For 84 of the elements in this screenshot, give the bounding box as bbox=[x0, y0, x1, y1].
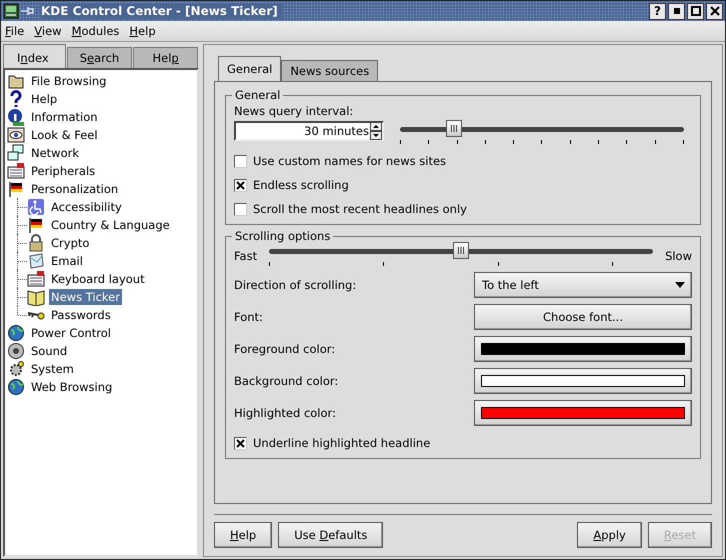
keyboard-icon bbox=[27, 270, 45, 288]
gear-icon bbox=[7, 360, 25, 378]
envelope-icon bbox=[27, 252, 45, 270]
slider-handle[interactable] bbox=[453, 242, 470, 259]
tree-item[interactable]: Crypto bbox=[49, 235, 92, 251]
book-icon bbox=[27, 288, 45, 306]
minimize-icon bbox=[674, 8, 680, 14]
app-icon[interactable] bbox=[3, 3, 19, 19]
maximize-button[interactable] bbox=[687, 2, 704, 20]
dialog-button[interactable]: Apply bbox=[577, 522, 642, 548]
caret-icon bbox=[675, 282, 685, 288]
tree-item[interactable]: Information bbox=[29, 109, 100, 125]
menu-item[interactable]: Help bbox=[129, 24, 156, 38]
color-button[interactable] bbox=[474, 336, 692, 362]
flag-icon bbox=[27, 216, 45, 234]
sidebar-tab[interactable]: Index bbox=[3, 44, 66, 68]
tree-item[interactable]: Network bbox=[29, 145, 82, 161]
checkbox-label[interactable]: Use custom names for news sites bbox=[253, 154, 446, 168]
close-button[interactable] bbox=[706, 2, 723, 20]
wheelchair-icon bbox=[27, 198, 45, 216]
checkbox[interactable] bbox=[234, 178, 247, 192]
menu-item[interactable]: Modules bbox=[72, 24, 120, 38]
tree-item[interactable]: Power Control bbox=[29, 325, 113, 341]
field-label: Direction of scrolling: bbox=[234, 278, 358, 292]
dialog-button[interactable]: Help bbox=[214, 522, 272, 548]
speaker-icon bbox=[7, 342, 25, 360]
checkbox-label[interactable]: Endless scrolling bbox=[253, 178, 349, 192]
module-tab[interactable]: General bbox=[218, 56, 282, 81]
interval-spinbox[interactable]: 30 minutes bbox=[234, 121, 384, 141]
field-label: Foreground color: bbox=[234, 342, 336, 356]
sidebar-tab[interactable]: Search bbox=[66, 47, 132, 68]
choose-font-button[interactable]: Choose font... bbox=[474, 304, 692, 330]
lock-icon bbox=[27, 234, 45, 252]
eye-icon bbox=[7, 126, 25, 144]
tree-item[interactable]: Passwords bbox=[49, 307, 113, 323]
tree-item[interactable]: System bbox=[29, 361, 76, 377]
menu-item[interactable]: File bbox=[5, 24, 24, 38]
tree-item[interactable]: Peripherals bbox=[29, 163, 98, 179]
color-button[interactable] bbox=[474, 368, 692, 394]
menu-item[interactable]: View bbox=[34, 24, 62, 38]
computer-icon bbox=[7, 144, 25, 162]
dialog-button[interactable]: Use Defaults bbox=[278, 522, 384, 548]
tree-item[interactable]: Email bbox=[49, 253, 85, 269]
tree-item[interactable]: Web Browsing bbox=[29, 379, 114, 395]
info-icon bbox=[7, 108, 25, 126]
color-button[interactable] bbox=[474, 400, 692, 426]
checkbox[interactable] bbox=[234, 436, 247, 450]
maximize-icon bbox=[690, 6, 700, 16]
checkbox-label[interactable]: Scroll the most recent headlines only bbox=[253, 202, 467, 216]
keyboard-icon bbox=[7, 162, 25, 180]
module-tab[interactable]: News sources bbox=[281, 60, 378, 81]
tree-item[interactable]: Sound bbox=[29, 343, 70, 359]
direction-dropdown[interactable]: To the left bbox=[474, 272, 692, 298]
help-button[interactable]: ? bbox=[649, 2, 666, 20]
tree-item[interactable]: Country & Language bbox=[49, 217, 172, 233]
window-title: KDE Control Center - [News Ticker] bbox=[41, 4, 282, 18]
tree-item[interactable]: News Ticker bbox=[49, 289, 122, 305]
field-label: Font: bbox=[234, 310, 264, 324]
slider-min-label: Fast bbox=[234, 249, 258, 263]
pin-icon[interactable] bbox=[21, 6, 35, 16]
tree-item[interactable]: Personalization bbox=[29, 181, 120, 197]
globe-icon bbox=[7, 378, 25, 396]
tree-item[interactable]: Look & Feel bbox=[29, 127, 100, 143]
field-label: Background color: bbox=[234, 374, 340, 388]
sidebar-tab[interactable]: Help bbox=[133, 47, 198, 68]
flag-icon bbox=[7, 180, 25, 198]
tree-item[interactable]: Accessibility bbox=[49, 199, 124, 215]
group-title: General bbox=[234, 88, 282, 102]
group-title: Scrolling options bbox=[234, 229, 332, 243]
slider-max-label: Slow bbox=[665, 249, 692, 263]
slider-handle[interactable] bbox=[446, 120, 462, 137]
field-label: News query interval: bbox=[234, 104, 354, 118]
checkbox[interactable] bbox=[234, 154, 247, 168]
tree-item[interactable]: File Browsing bbox=[29, 73, 108, 89]
checkbox-label[interactable]: Underline highlighted headline bbox=[253, 436, 430, 450]
up-arrow-icon[interactable] bbox=[370, 122, 382, 131]
globe-icon bbox=[7, 324, 25, 342]
close-icon bbox=[710, 6, 720, 16]
down-arrow-icon[interactable] bbox=[370, 131, 382, 140]
tree-item[interactable]: Keyboard layout bbox=[49, 271, 147, 287]
minimize-button[interactable] bbox=[668, 2, 685, 20]
field-label: Highlighted color: bbox=[234, 406, 337, 420]
tree-item[interactable]: Help bbox=[29, 91, 60, 107]
checkbox[interactable] bbox=[234, 202, 247, 216]
